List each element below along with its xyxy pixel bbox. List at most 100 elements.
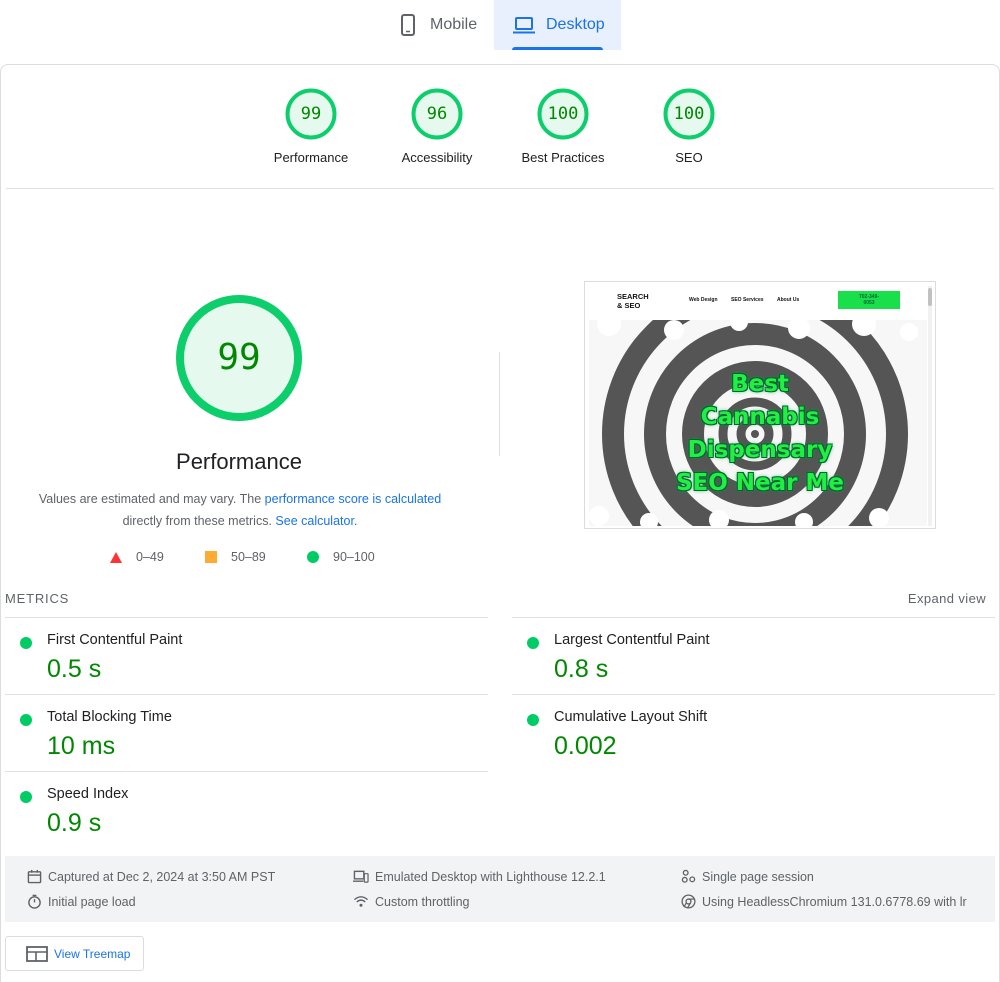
desc-text-2: directly from these metrics. (122, 514, 272, 528)
wifi-icon (353, 896, 369, 907)
runtime-throttling-text: Custom throttling (375, 894, 470, 909)
vertical-divider (499, 352, 500, 456)
gauge-ring: 96 (411, 88, 463, 140)
pass-circle-icon (20, 637, 32, 649)
calendar-icon (27, 869, 42, 884)
tab-mobile[interactable]: Mobile (396, 0, 486, 50)
gauge-accessibility[interactable]: 96 Accessibility (377, 88, 497, 165)
thumbnail-headline: Best Cannabis Dispensary SEO Near Me (655, 368, 865, 500)
tab-active-indicator (512, 47, 603, 50)
metric-tbt: Total Blocking Time 10 ms (20, 706, 460, 778)
thumbnail-phone-button: 702-349- 0053 (838, 291, 900, 309)
runtime-session: Single page session (681, 869, 814, 884)
metric-lcp: Largest Contentful Paint 0.8 s (527, 629, 967, 701)
section-divider (6, 188, 994, 189)
tab-mobile-label: Mobile (430, 16, 478, 33)
runtime-settings: Captured at Dec 2, 2024 at 3:50 AM PST I… (5, 856, 995, 922)
scrollbar-thumb (928, 288, 932, 306)
metric-divider (5, 694, 488, 695)
metric-value: 0.002 (554, 732, 617, 760)
metric-name: Total Blocking Time (47, 709, 172, 725)
metric-name: First Contentful Paint (47, 632, 183, 648)
performance-score: 99 (217, 337, 261, 378)
gauge-label: Best Practices (521, 150, 605, 165)
gauge-label: Accessibility (401, 150, 473, 165)
gauge-score: 100 (547, 104, 579, 124)
metric-fcp: First Contentful Paint 0.5 s (20, 629, 460, 701)
devices-icon (353, 870, 369, 883)
thumbnail-logo: SEARCH & SEO (617, 292, 649, 310)
gauge-score: 96 (426, 104, 448, 124)
runtime-emulated-text: Emulated Desktop with Lighthouse 12.2.1 (375, 869, 606, 884)
thumbnail-nav-link: Web Design (689, 297, 718, 303)
metric-value: 0.8 s (554, 655, 609, 683)
legend-average: 50–89 (205, 550, 266, 564)
score-legend: 0–49 50–89 90–100 (0, 550, 500, 568)
metrics-header: METRICS (5, 591, 70, 606)
runtime-browser-text: Using HeadlessChromium 131.0.6778.69 wit… (702, 894, 967, 909)
runtime-initial: Initial page load (27, 894, 136, 909)
legend-average-label: 50–89 (231, 550, 266, 564)
score-calculated-link[interactable]: performance score is calculated (265, 492, 441, 506)
runtime-browser: Using HeadlessChromium 131.0.6778.69 wit… (681, 894, 967, 909)
metric-divider (512, 617, 995, 618)
thumbnail-nav-link: About Us (777, 297, 800, 303)
legend-fail: 0–49 (110, 550, 164, 564)
thumbnail-nav-link: SEO Services (731, 297, 764, 303)
pass-circle-icon (20, 714, 32, 726)
view-treemap-label: View Treemap (54, 946, 131, 961)
headline-line: SEO Near Me (675, 470, 845, 496)
metric-divider (512, 694, 995, 695)
performance-title: Performance (176, 449, 302, 474)
thumbnail-nav: SEARCH & SEO Web Design SEO Services Abo… (585, 282, 930, 320)
gauge-seo[interactable]: 100 SEO (629, 88, 749, 165)
metric-name: Largest Contentful Paint (554, 632, 710, 648)
gauge-label: SEO (675, 150, 703, 165)
pass-circle-icon (20, 791, 32, 803)
headline-line: Cannabis (700, 404, 820, 430)
metric-divider (5, 617, 488, 618)
runtime-captured: Captured at Dec 2, 2024 at 3:50 AM PST (27, 869, 275, 884)
chrome-icon (681, 894, 696, 909)
performance-gauge-large: 99 (175, 294, 303, 422)
metric-divider (5, 771, 488, 772)
runtime-emulated: Emulated Desktop with Lighthouse 12.2.1 (353, 869, 606, 884)
logo-line-2: & SEO (617, 301, 641, 310)
triangle-icon (110, 551, 122, 563)
pass-circle-icon (527, 637, 539, 649)
metric-cls: Cumulative Layout Shift 0.002 (527, 706, 967, 778)
tab-desktop[interactable]: Desktop (494, 0, 621, 50)
gauge-ring: 100 (663, 88, 715, 140)
metric-value: 0.9 s (47, 809, 102, 837)
legend-fail-label: 0–49 (136, 550, 164, 564)
see-calculator-link[interactable]: See calculator. (275, 514, 357, 528)
session-icon (681, 869, 696, 883)
runtime-throttling: Custom throttling (353, 894, 469, 909)
mobile-icon (401, 14, 415, 36)
legend-pass: 90–100 (307, 550, 375, 564)
runtime-initial-text: Initial page load (48, 894, 136, 909)
runtime-captured-text: Captured at Dec 2, 2024 at 3:50 AM PST (48, 869, 276, 884)
gauge-score: 99 (300, 104, 322, 124)
gauge-best-practices[interactable]: 100 Best Practices (503, 88, 623, 165)
metric-value: 10 ms (47, 732, 116, 760)
headline-line: Best (731, 371, 789, 397)
expand-view-toggle[interactable]: Expand view (908, 591, 986, 606)
thumbnail-scrollbar (928, 286, 932, 526)
desc-text-1: Values are estimated and may vary. The (38, 492, 262, 506)
gauge-performance[interactable]: 99 Performance (251, 88, 371, 165)
final-screenshot[interactable]: SEARCH & SEO Web Design SEO Services Abo… (584, 281, 936, 529)
headline-line: Dispensary (687, 437, 833, 463)
stopwatch-icon (28, 894, 41, 909)
device-tabs: Mobile Desktop (0, 0, 1000, 50)
tab-desktop-label: Desktop (546, 16, 605, 33)
gauge-label: Performance (273, 150, 349, 165)
treemap-icon (26, 945, 48, 962)
phone-line-2: 0053 (863, 300, 875, 306)
runtime-session-text: Single page session (702, 869, 814, 884)
circle-icon (307, 551, 319, 563)
legend-pass-label: 90–100 (333, 550, 375, 564)
laptop-icon (513, 17, 535, 34)
metric-value: 0.5 s (47, 655, 102, 683)
view-treemap-button[interactable]: View Treemap (5, 936, 144, 971)
